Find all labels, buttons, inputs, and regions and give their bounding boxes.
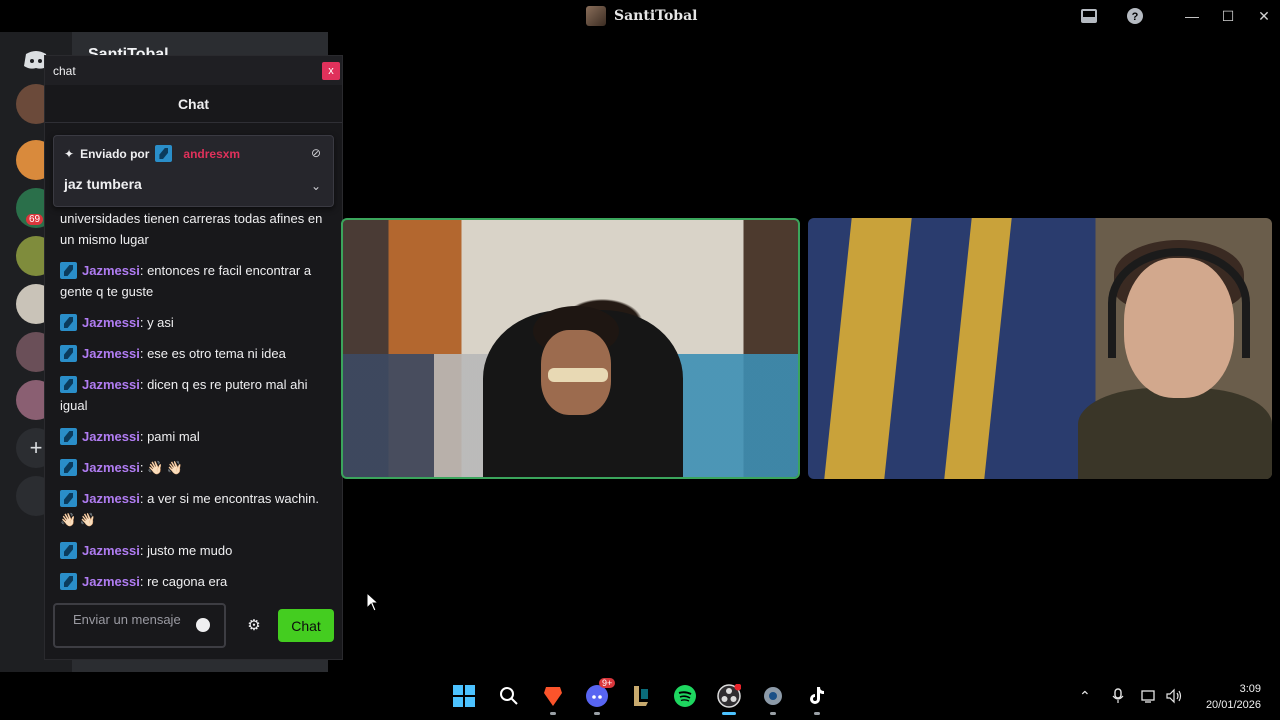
message-username[interactable]: Jazmessi [82, 543, 140, 558]
app-running-indicator [770, 712, 776, 715]
hide-pin-icon[interactable]: ⊘ [311, 146, 321, 160]
chevron-down-icon[interactable]: ⌄ [311, 179, 321, 193]
video-tile[interactable] [808, 218, 1272, 479]
window-title: SantiTobal [614, 8, 698, 24]
moderator-badge-icon [60, 345, 77, 362]
title-avatar [586, 6, 606, 26]
svg-text:?: ? [1132, 11, 1139, 23]
send-chat-button[interactable]: Chat [278, 609, 334, 642]
message-username[interactable]: Jazmessi [82, 263, 140, 278]
brave-browser-icon[interactable] [541, 684, 565, 708]
maximize-button[interactable]: ☐ [1216, 4, 1240, 28]
pinned-text: jaz tumbera [64, 176, 142, 192]
video-background-stripe [824, 218, 912, 479]
message-username[interactable]: Jazmessi [82, 429, 140, 444]
chat-message: Jazmessi: ese es otro tema ni idea [60, 343, 325, 364]
message-username[interactable]: Jazmessi [82, 377, 140, 392]
discord-taskbar-icon[interactable]: 9+ [585, 678, 616, 708]
pinned-sent-by-label: Enviado por [80, 146, 150, 161]
help-icon[interactable]: ? [1125, 6, 1145, 26]
title-bar: SantiTobal ? — ☐ ✕ [0, 0, 1280, 32]
spotify-icon[interactable] [673, 684, 697, 708]
windows-taskbar: 9+ ⌃ 3:09 20/01/2026 [0, 672, 1280, 720]
message-username[interactable]: Jazmessi [82, 346, 140, 361]
pinned-meta: ✦ Enviado por andresxm [64, 145, 240, 162]
chat-header: Chat [45, 85, 342, 123]
chat-input[interactable]: Enviar un mensaje [53, 603, 226, 648]
discord-notification-badge: 9+ [599, 678, 616, 688]
chat-message-list[interactable]: universidades tienen carreras todas afin… [45, 208, 339, 591]
chat-message: Jazmessi: dicen q es re putero mal ahi i… [60, 376, 308, 413]
message-username[interactable]: Jazmessi [82, 491, 140, 506]
video-person-headset [1108, 248, 1250, 358]
clock-time: 3:09 [1239, 683, 1261, 695]
chat-message: Jazmessi: entonces re facil encontrar a … [60, 262, 312, 299]
chat-message: Jazmessi: pami mal [60, 426, 325, 447]
chat-message: universidades tienen carreras todas afin… [60, 208, 325, 250]
minimize-button[interactable]: — [1180, 4, 1204, 28]
message-text: ese es otro tema ni idea [147, 346, 286, 361]
app-running-indicator [814, 712, 820, 715]
gear-icon[interactable]: ⚙ [245, 616, 263, 634]
windows-start-icon[interactable] [452, 684, 476, 708]
moderator-badge-icon [60, 459, 77, 476]
chat-window-titlebar: chat x [45, 56, 342, 85]
chat-window: chat x Chat ✦ Enviado por andresxm ⊘ jaz… [44, 55, 343, 660]
server-badge: 69 [26, 214, 44, 225]
moderator-badge-icon [60, 490, 77, 507]
video-person-glasses [548, 368, 608, 382]
pinned-username[interactable]: andresxm [183, 147, 240, 161]
video-background-stripe [944, 218, 1012, 479]
message-username[interactable]: Jazmessi [82, 460, 140, 475]
volume-icon[interactable] [1165, 688, 1183, 707]
app-active-indicator [722, 712, 736, 715]
chat-message: Jazmessi: re cagona era [60, 571, 325, 591]
video-person [1078, 388, 1272, 479]
close-button[interactable]: ✕ [1252, 4, 1276, 28]
taskbar-clock[interactable]: 3:09 20/01/2026 [1206, 681, 1261, 713]
app-running-indicator [550, 712, 556, 715]
message-text: universidades tienen carreras todas afin… [60, 211, 323, 247]
chat-message: Jazmessi: 👋🏻 👋🏻 [60, 457, 325, 478]
app-running-indicator [594, 712, 600, 715]
emoji-icon[interactable] [196, 618, 210, 632]
window-title-group: SantiTobal [586, 6, 697, 26]
chat-window-title: chat [53, 63, 76, 78]
inbox-icon[interactable] [1079, 6, 1099, 26]
pin-icon: ✦ [64, 146, 75, 161]
message-text: pami mal [147, 429, 200, 444]
message-username[interactable]: Jazmessi [82, 315, 140, 330]
network-icon[interactable] [1141, 688, 1157, 707]
message-text: justo me mudo [147, 543, 233, 558]
moderator-badge-icon [60, 314, 77, 331]
pinned-message[interactable]: ✦ Enviado por andresxm ⊘ jaz tumbera ⌄ [53, 135, 334, 207]
chat-message: Jazmessi: a ver si me encontras wachin. … [60, 490, 320, 527]
message-username[interactable]: Jazmessi [82, 574, 140, 589]
moderator-badge-icon [155, 145, 173, 162]
chat-close-button[interactable]: x [322, 62, 340, 80]
message-text: 👋🏻 👋🏻 [147, 460, 184, 475]
moderator-badge-icon [60, 376, 77, 393]
moderator-badge-icon [60, 262, 77, 279]
moderator-badge-icon [60, 573, 77, 590]
obs-studio-icon[interactable] [717, 684, 741, 708]
chevron-up-icon[interactable]: ⌃ [1079, 688, 1091, 705]
chat-message: Jazmessi: justo me mudo [60, 540, 325, 561]
moderator-badge-icon [60, 428, 77, 445]
tiktok-icon[interactable] [805, 684, 829, 708]
moderator-badge-icon [60, 542, 77, 559]
video-tile-speaking[interactable] [341, 218, 800, 479]
message-text: y asi [147, 315, 174, 330]
clock-date: 20/01/2026 [1205, 699, 1261, 711]
chat-message: Jazmessi: y asi [60, 312, 325, 333]
search-icon[interactable] [497, 684, 521, 708]
settings-gear-icon[interactable] [761, 684, 785, 708]
league-of-legends-icon[interactable] [629, 684, 653, 708]
microphone-icon[interactable] [1112, 688, 1124, 707]
chat-input-placeholder: Enviar un mensaje [73, 612, 181, 627]
message-text: re cagona era [147, 574, 228, 589]
